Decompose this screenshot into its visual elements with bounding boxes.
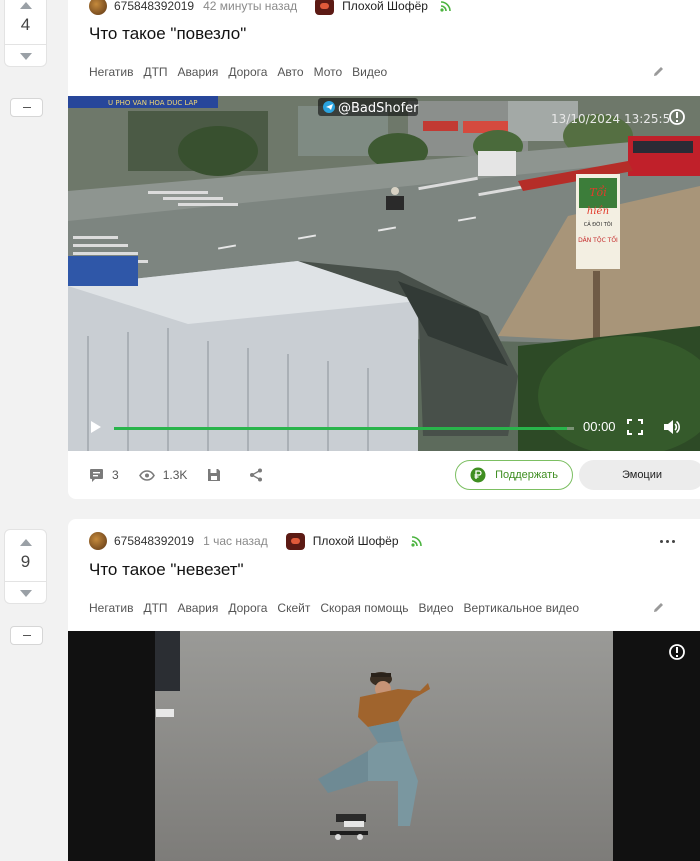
emotions-button[interactable]: Эмоции	[579, 460, 700, 490]
sign-text: CẢ ĐỜI TÔI	[584, 220, 612, 228]
community-avatar[interactable]	[285, 532, 305, 550]
author-link[interactable]: 675848392019	[114, 0, 194, 13]
tag[interactable]: Видео	[418, 601, 453, 615]
post-card: 675848392019 1 час назад Плохой Шофёр Чт…	[68, 519, 700, 861]
watermark-text: @BadShofer	[338, 101, 419, 116]
tag[interactable]: Авто	[277, 65, 303, 79]
tag[interactable]: Авария	[178, 601, 219, 615]
ruble-icon	[470, 467, 486, 483]
community-avatar[interactable]	[315, 0, 335, 15]
triangle-up-icon	[19, 1, 32, 9]
post-title[interactable]: Что такое "повезло"	[89, 24, 246, 44]
save-icon	[208, 469, 221, 481]
rating-count: 4	[20, 15, 31, 34]
comments-count: 3	[112, 468, 119, 482]
tag[interactable]: Скейт	[277, 601, 310, 615]
tag-list: Негатив ДТП Авария Дорога Авто Мото Виде…	[89, 65, 387, 79]
tag[interactable]: Дорога	[228, 65, 267, 79]
emotions-label: Эмоции	[621, 469, 663, 481]
collapse-button[interactable]	[10, 626, 43, 645]
vote-widget: 9	[4, 529, 47, 604]
share-button[interactable]	[249, 468, 271, 482]
tag[interactable]: Авария	[178, 65, 219, 79]
avatar[interactable]	[89, 0, 107, 15]
video-player[interactable]	[68, 631, 700, 861]
current-time: 00:00	[583, 419, 616, 434]
shop-sign-text: U PHO VAN HOA DUC LAP	[108, 99, 198, 107]
tag[interactable]: ДТП	[143, 601, 167, 615]
eye-icon	[138, 469, 155, 481]
minus-icon	[22, 107, 31, 108]
volume-icon[interactable]	[663, 419, 680, 440]
tag[interactable]: Видео	[352, 65, 387, 79]
pencil-icon[interactable]	[652, 65, 665, 83]
comments-button[interactable]: 3	[89, 468, 119, 482]
triangle-up-icon	[19, 538, 32, 546]
tag[interactable]: Негатив	[89, 601, 133, 615]
video-frame	[68, 631, 700, 861]
comment-icon	[90, 469, 103, 482]
rss-icon[interactable]	[440, 0, 451, 12]
sign-text: hiền	[587, 206, 609, 217]
tag[interactable]: Мото	[314, 65, 343, 79]
post-time[interactable]: 1 час назад	[203, 534, 268, 548]
community-link[interactable]: Плохой Шофёр	[342, 0, 428, 13]
pencil-icon[interactable]	[652, 601, 665, 619]
fullscreen-icon[interactable]	[627, 419, 643, 440]
post-card: 675848392019 42 минуты назад Плохой Шофё…	[68, 0, 700, 499]
more-dots-icon[interactable]	[660, 540, 675, 543]
sign-text: Tổi	[589, 186, 607, 199]
rss-icon[interactable]	[410, 535, 422, 547]
views-counter: 1.3K	[138, 468, 188, 482]
vote-down-button[interactable]	[5, 582, 46, 604]
video-timestamp: 13/10/2024 13:25:5	[551, 112, 670, 126]
support-label: Поддержать	[495, 469, 558, 481]
minus-icon	[22, 635, 31, 636]
community-link[interactable]: Плохой Шофёр	[313, 534, 399, 548]
video-frame: Tổi hiền CẢ ĐỜI TÔI DÂN TỘC TỐI U PHO VA…	[68, 96, 700, 451]
views-count: 1.3K	[162, 468, 188, 482]
vote-up-button[interactable]	[5, 530, 46, 554]
collapse-button[interactable]	[10, 98, 43, 117]
play-icon[interactable]	[90, 420, 102, 439]
avatar[interactable]	[89, 532, 107, 550]
tag[interactable]: ДТП	[143, 65, 167, 79]
support-button[interactable]: Поддержать	[455, 460, 573, 490]
triangle-down-icon	[19, 52, 32, 60]
tag[interactable]: Негатив	[89, 65, 133, 79]
share-icon	[250, 468, 263, 482]
rating-count: 9	[20, 552, 31, 571]
vote-widget: 4	[4, 0, 47, 67]
author-link[interactable]: 675848392019	[114, 534, 194, 548]
video-player[interactable]: Tổi hiền CẢ ĐỜI TÔI DÂN TỘC TỐI U PHO VA…	[68, 96, 700, 451]
vote-down-button[interactable]	[5, 45, 46, 67]
triangle-down-icon	[19, 589, 32, 597]
tag[interactable]: Скорая помощь	[320, 601, 408, 615]
tag[interactable]: Дорога	[228, 601, 267, 615]
tag-list: Негатив ДТП Авария Дорога Скейт Скорая п…	[89, 601, 579, 615]
tag[interactable]: Вертикальное видео	[464, 601, 579, 615]
video-controls: 00:00	[68, 405, 700, 451]
post-time[interactable]: 42 минуты назад	[203, 0, 297, 13]
progress-bar[interactable]	[114, 427, 574, 430]
post-header: 675848392019 1 час назад Плохой Шофёр	[89, 530, 422, 552]
post-header: 675848392019 42 минуты назад Плохой Шофё…	[89, 0, 451, 17]
sign-text: DÂN TỘC TỐI	[578, 236, 618, 244]
post-title[interactable]: Что такое "невезет"	[89, 560, 244, 580]
post-footer: 3 1.3K Поддержать Эмоции	[89, 460, 700, 490]
save-button[interactable]	[207, 468, 229, 482]
progress-fill	[114, 427, 568, 430]
